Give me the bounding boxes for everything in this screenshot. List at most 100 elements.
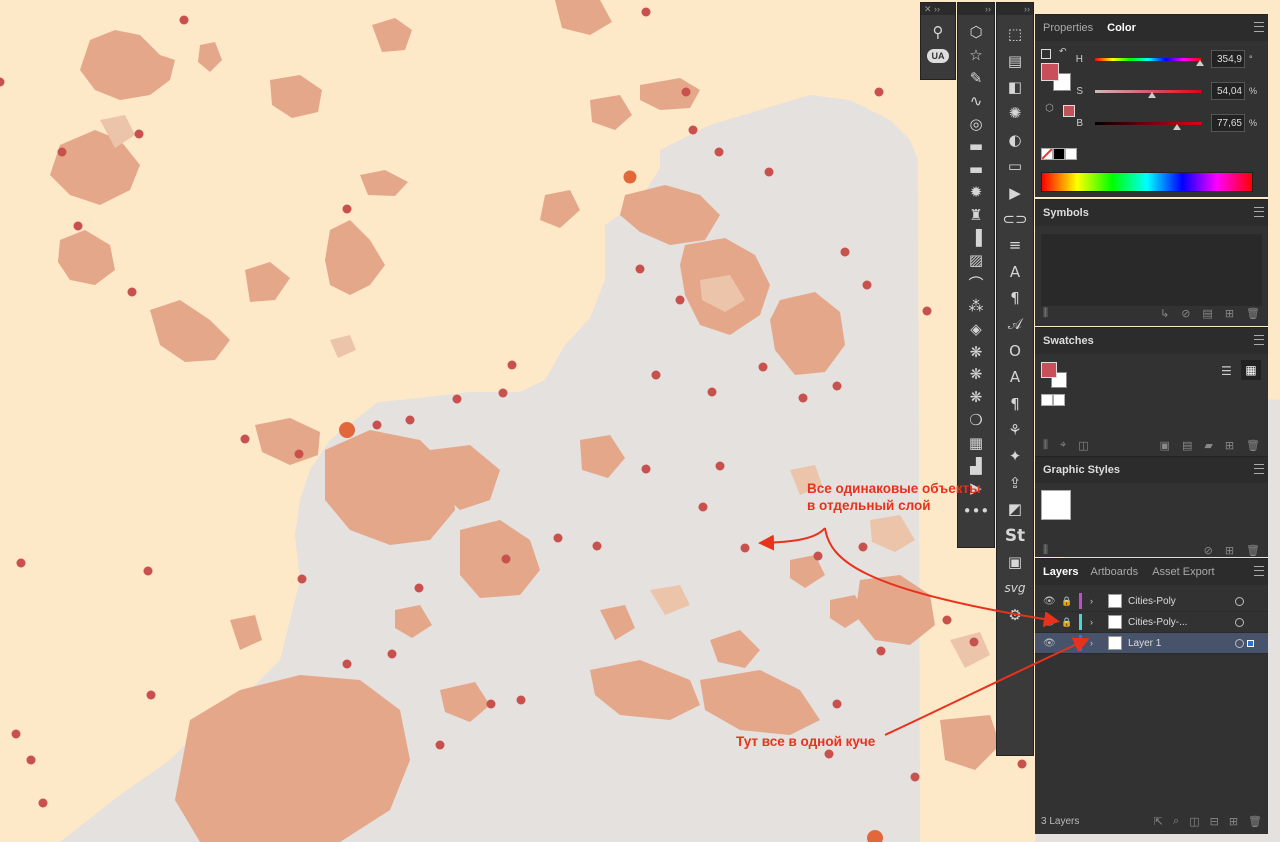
slider-value-input[interactable]: 77,65: [1211, 114, 1245, 132]
black-swatch[interactable]: [1053, 148, 1065, 160]
opentype-icon[interactable]: O: [1002, 338, 1028, 364]
white-swatch[interactable]: [1065, 148, 1077, 160]
default-style-thumb[interactable]: [1041, 490, 1071, 520]
place-symbol-icon[interactable]: ↳: [1160, 307, 1169, 320]
slider-s[interactable]: S 54,04%: [1043, 81, 1258, 101]
symbol-scruncher-icon[interactable]: ❋: [963, 363, 989, 386]
bar-chart-icon[interactable]: ▐: [963, 226, 989, 249]
flag-alt-icon[interactable]: ▬: [963, 158, 989, 181]
locate-object-icon[interactable]: ⌕: [1173, 814, 1179, 828]
new-group-icon[interactable]: ▰: [1204, 439, 1212, 452]
new-style-icon[interactable]: ⊞: [1225, 544, 1234, 557]
expand-chevron-icon[interactable]: ›: [1090, 596, 1100, 606]
swatches-title[interactable]: Swatches: [1043, 335, 1094, 347]
symbols-title[interactable]: Symbols: [1043, 207, 1089, 219]
list-view-icon[interactable]: ☰: [1221, 364, 1232, 378]
symbol-options-icon[interactable]: ▤: [1202, 307, 1212, 320]
panel-menu-icon[interactable]: [1254, 207, 1264, 217]
break-link-icon[interactable]: ⊘: [1181, 307, 1190, 320]
slider-thumb[interactable]: [1173, 123, 1182, 130]
delete-icon[interactable]: 🗑: [1246, 439, 1260, 452]
fill-swatch[interactable]: [1041, 362, 1057, 378]
target-circle-icon[interactable]: [1235, 617, 1244, 627]
layer-row[interactable]: 👁 🔒 › Cities-Poly: [1035, 591, 1268, 612]
library-icon[interactable]: ⫼: [1043, 543, 1048, 557]
export-icon[interactable]: ⇱: [1154, 815, 1163, 828]
transparency-icon[interactable]: ◐: [1002, 127, 1028, 153]
brush-icon[interactable]: ⌒: [963, 272, 989, 295]
visibility-eye-icon[interactable]: 👁: [1043, 638, 1057, 649]
panel-menu-icon[interactable]: [1254, 22, 1264, 32]
target-circle-icon[interactable]: [1235, 596, 1244, 606]
puppet-warp-icon[interactable]: ⚲: [925, 21, 951, 43]
layer-row[interactable]: 👁 🔒 › Cities-Poly-...: [1035, 612, 1268, 633]
strip-header[interactable]: ››: [997, 3, 1033, 15]
swatch-registration[interactable]: [1053, 394, 1065, 406]
graphic-styles-title[interactable]: Graphic Styles: [1043, 464, 1120, 476]
visibility-eye-icon[interactable]: 👁: [1043, 596, 1057, 607]
symbol-spinner-icon[interactable]: ❍: [963, 409, 989, 432]
strip-header[interactable]: ✕ ››: [921, 3, 955, 15]
flag-icon[interactable]: ▬: [963, 135, 989, 158]
curvature-icon[interactable]: ∿: [963, 89, 989, 112]
break-link-icon[interactable]: ⊘: [1204, 544, 1213, 557]
new-sublayer-icon[interactable]: ⊟: [1210, 815, 1219, 828]
starburst-icon[interactable]: ✹: [963, 181, 989, 204]
swatch-options-icon[interactable]: ◫: [1078, 439, 1088, 452]
para-styles-icon[interactable]: ¶: [1002, 390, 1028, 416]
slider-track[interactable]: [1095, 57, 1204, 66]
mesh-icon[interactable]: ▦: [963, 431, 989, 454]
symbol-sizer-icon[interactable]: ❋: [963, 386, 989, 409]
svg-icon[interactable]: svg: [1002, 575, 1028, 601]
crown-icon[interactable]: ♜: [963, 203, 989, 226]
tab-color[interactable]: Color: [1107, 22, 1136, 34]
tab-layers[interactable]: Layers: [1043, 566, 1078, 578]
puppet-icon[interactable]: ⚘: [1002, 417, 1028, 443]
slider-track[interactable]: [1095, 121, 1201, 130]
graph-icon[interactable]: ▟: [963, 454, 989, 477]
layer-row[interactable]: 👁 › Layer 1: [1035, 633, 1268, 654]
slider-thumb[interactable]: [1148, 91, 1157, 98]
delete-icon[interactable]: 🗑: [1246, 544, 1260, 557]
align-icon[interactable]: ▤: [1002, 47, 1028, 73]
tab-properties[interactable]: Properties: [1043, 22, 1093, 34]
lock-icon[interactable]: 🔒: [1061, 596, 1075, 607]
symbol-shifter-icon[interactable]: ❋: [963, 340, 989, 363]
pencil-icon[interactable]: ✎: [963, 67, 989, 90]
color-group-icon[interactable]: ▣: [1160, 439, 1170, 452]
target-circle-icon[interactable]: [1235, 638, 1244, 648]
libraries-icon[interactable]: ◩: [1002, 496, 1028, 522]
glyphs-icon[interactable]: 𝒜: [1002, 311, 1028, 337]
delete-icon[interactable]: 🗑: [1248, 815, 1262, 828]
polygon-icon[interactable]: ⬡: [963, 21, 989, 44]
layer-name[interactable]: Cities-Poly-...: [1128, 617, 1218, 628]
none-swatch[interactable]: [1041, 148, 1053, 160]
export-icon[interactable]: ⇪: [1002, 470, 1028, 496]
slider-value-input[interactable]: 354,9: [1211, 50, 1245, 68]
gear-icon[interactable]: ⚙: [1002, 602, 1028, 628]
slider-value-input[interactable]: 54,04: [1211, 82, 1245, 100]
library-icon[interactable]: ⫼: [1043, 306, 1048, 320]
stroke-icon[interactable]: ≡: [1002, 232, 1028, 258]
grid-view-icon[interactable]: ▦: [1241, 360, 1261, 380]
symbols-well[interactable]: [1041, 234, 1262, 306]
lock-icon[interactable]: 🔒: [1061, 617, 1075, 628]
swatch-list-icon[interactable]: ▤: [1182, 439, 1192, 452]
panel-menu-icon[interactable]: [1254, 464, 1264, 474]
delete-icon[interactable]: 🗑: [1246, 307, 1260, 320]
gradient-icon[interactable]: ▭: [1002, 153, 1028, 179]
new-swatch-icon[interactable]: ⊞: [1225, 439, 1234, 452]
transform-icon[interactable]: ⬚: [1002, 21, 1028, 47]
tab-artboards[interactable]: Artboards: [1090, 566, 1138, 578]
swatch-none[interactable]: [1041, 394, 1053, 406]
new-symbol-icon[interactable]: ⊞: [1225, 307, 1234, 320]
symbol-sprayer-icon[interactable]: ◈: [963, 317, 989, 340]
swatches-fill-stroke[interactable]: [1041, 362, 1069, 390]
none-black-white-swatches[interactable]: [1041, 148, 1077, 160]
expand-chevron-icon[interactable]: ›: [1090, 638, 1100, 648]
links-icon[interactable]: ⊂⊃: [1002, 206, 1028, 232]
ua-badge[interactable]: UA: [927, 49, 949, 63]
visibility-eye-icon[interactable]: 👁: [1043, 617, 1057, 628]
image-trace-icon[interactable]: ▨: [963, 249, 989, 272]
appearance-icon[interactable]: ✺: [1002, 100, 1028, 126]
